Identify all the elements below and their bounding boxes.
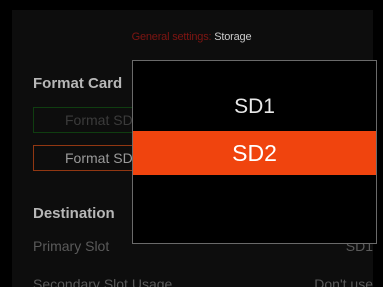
breadcrumb-current: Storage [214, 31, 252, 43]
slot-picker-popup: SD1 SD2 [132, 60, 377, 244]
primary-slot-label[interactable]: Primary Slot [33, 238, 109, 254]
secondary-slot-label[interactable]: Secondary Slot Usage [33, 276, 172, 287]
secondary-slot-value[interactable]: Don't use [314, 276, 373, 287]
breadcrumb: General settings: Storage [0, 31, 383, 43]
format-card-title: Format Card [33, 75, 123, 92]
popup-option-sd2-selected[interactable]: SD2 [133, 131, 376, 175]
breadcrumb-separator: : [208, 31, 212, 43]
storage-settings-screen: General settings: Storage Format Card Fo… [0, 0, 383, 287]
breadcrumb-parent[interactable]: General settings [132, 31, 209, 43]
popup-option-sd1[interactable]: SD1 [133, 91, 376, 123]
destination-title: Destination [33, 205, 115, 222]
